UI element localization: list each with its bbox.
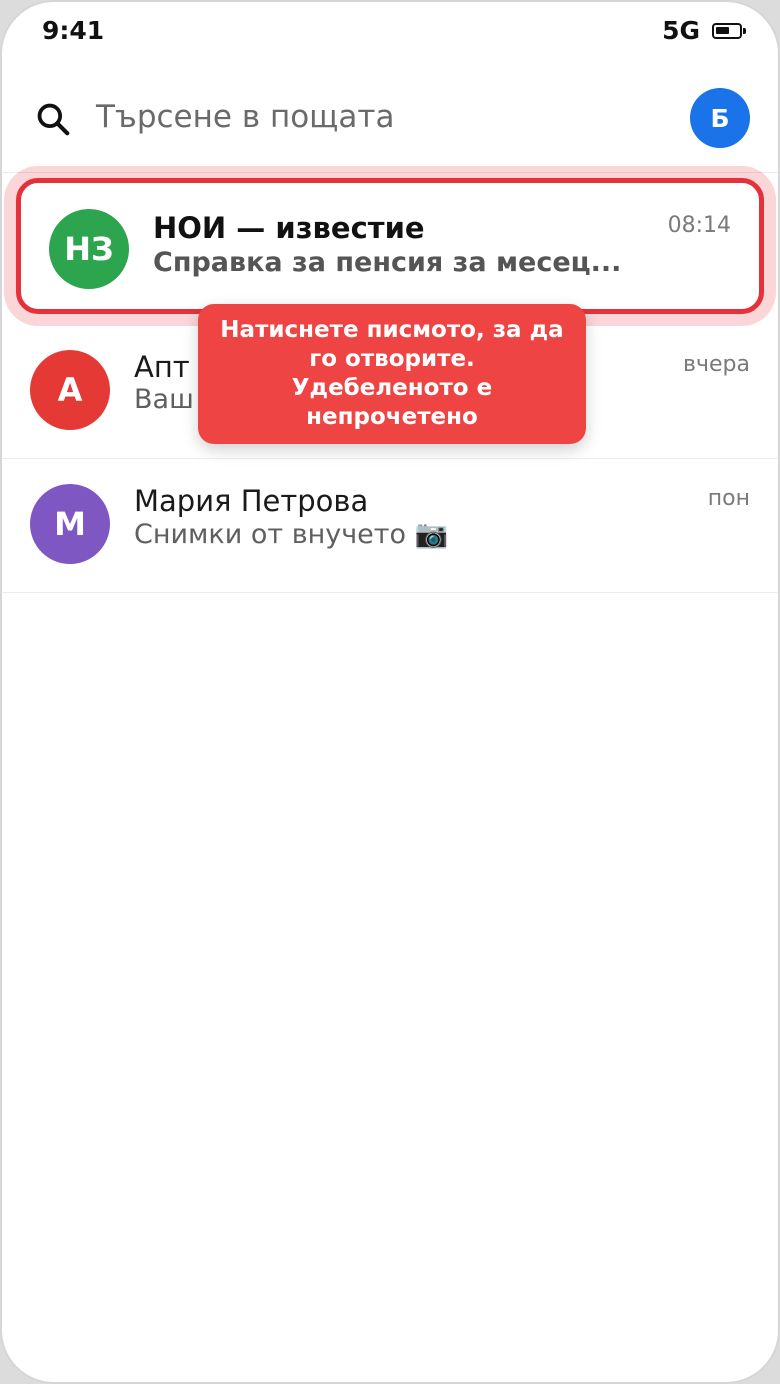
- mail-row-maria[interactable]: М Мария Петрова Снимки от внучето 📷 пон: [2, 458, 778, 593]
- status-time: 9:41: [42, 16, 105, 45]
- status-indicators: 5G: [662, 16, 746, 45]
- search-bar[interactable]: Търсене в пощата Б: [2, 68, 778, 173]
- mail-sender: Мария Петрова: [134, 484, 369, 518]
- tooltip-text: Натиснете писмото, за да го отворите. Уд…: [220, 317, 564, 430]
- sender-avatar: М: [30, 484, 110, 564]
- mail-sender: Апт: [134, 350, 190, 384]
- mail-time: вчера: [683, 352, 750, 377]
- mail-time: пон: [707, 486, 750, 511]
- mail-time: 08:14: [667, 213, 731, 238]
- phone-frame: 9:41 5G Търсене в пощата Б А Апт Ваш вче…: [0, 0, 780, 1384]
- search-input[interactable]: Търсене в пощата: [96, 99, 394, 135]
- mail-snippet: Ваш: [134, 384, 194, 415]
- account-avatar[interactable]: Б: [690, 88, 750, 148]
- status-bar: 9:41 5G: [2, 2, 778, 62]
- battery-icon: [712, 22, 746, 39]
- mail-snippet: Справка за пенсия за месец...: [153, 247, 622, 278]
- mail-row-noi-highlighted[interactable]: НЗ НОИ — известие Справка за пенсия за м…: [16, 178, 764, 314]
- sender-avatar: А: [30, 350, 110, 430]
- avatar-initials: НЗ: [64, 230, 114, 268]
- network-indicator: 5G: [662, 16, 700, 45]
- mail-snippet: Снимки от внучето 📷: [134, 519, 449, 550]
- battery-level: [716, 26, 729, 34]
- hint-tooltip: Натиснете писмото, за да го отворите. Уд…: [198, 304, 586, 444]
- account-initial: Б: [710, 103, 730, 133]
- search-icon[interactable]: [34, 100, 72, 138]
- mail-sender: НОИ — известие: [153, 211, 425, 245]
- avatar-initials: А: [57, 371, 83, 409]
- avatar-initials: М: [54, 505, 86, 543]
- sender-avatar: НЗ: [49, 209, 129, 289]
